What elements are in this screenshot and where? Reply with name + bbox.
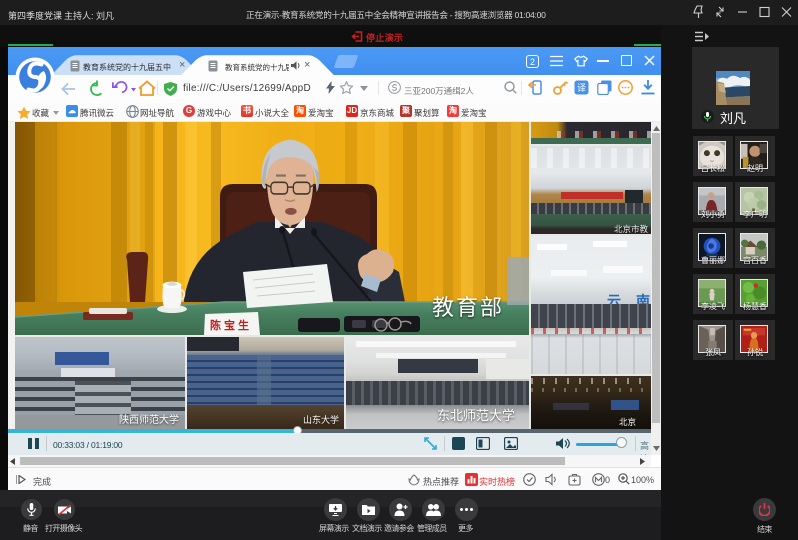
- svg-text:陈宝生: 陈宝生: [210, 318, 252, 332]
- svg-text:译: 译: [577, 83, 586, 93]
